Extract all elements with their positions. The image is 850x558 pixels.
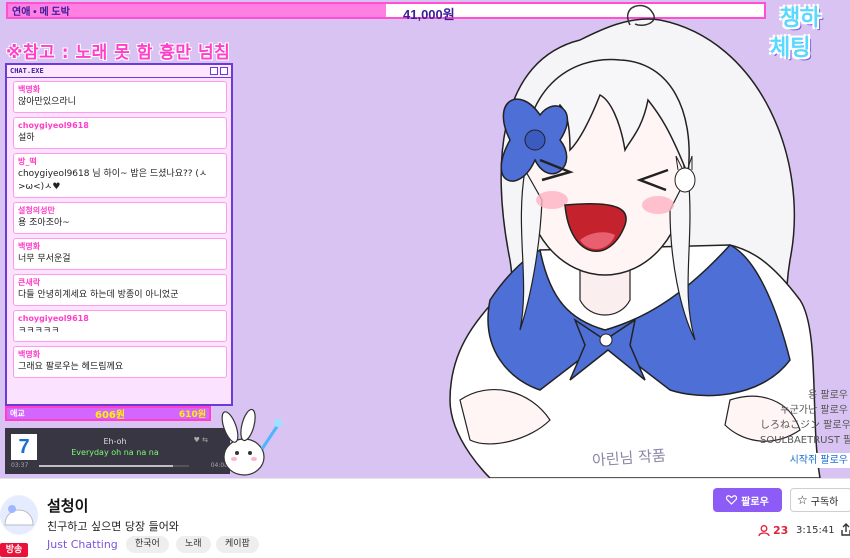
follower-alert: 시작쥐 팔로우 [787,453,850,468]
donation-goal-amount: 610원 [178,410,206,420]
chat-text: 다들 안녕히계세요 하는데 방종이 아니었군 [18,290,179,300]
chat-text: 그래요 팔로우는 헤드림께요 [18,362,124,372]
heart-icon [726,495,738,505]
goal-label: 연애 • 메 도박 [12,7,70,18]
close-icon [220,67,228,75]
subscribe-label: 구독하 [810,496,839,508]
chat-nick: choygiyeol9618 [18,121,89,130]
star-icon: ☆ [797,493,808,507]
share-icon[interactable] [840,523,850,537]
song-lyric: Everyday oh na na na [71,448,159,457]
follower-alert: 용 팔로우 [808,390,848,401]
follower-alert: しろねこジン 팔로우 [760,420,850,431]
chat-message: 방_떡 choygiyeol9618 님 하이~ 밥은 드셨나요?? (ㅅ>ω<)… [13,153,227,198]
notice-text: ※참고 : 노래 못 함 흉만 넘침 [6,43,231,63]
chat-nick: 백명화 [18,350,41,359]
song-progress-bar [39,465,189,467]
follow-label: 팔로우 [741,496,769,508]
category-link[interactable]: Just Chatting [47,538,118,551]
chat-message-list: 백명화 않아만있으라니 choygiyeol9618 설하 방_떡 choygiyeo… [7,78,231,378]
chat-message: 백명화그래요 팔로우는 헤드림께요 [13,346,227,378]
song-title: Eh-oh [103,437,127,446]
chat-text: choygiyeol9618 님 하이~ 밥은 드셨나요?? (ㅅ>ω<)ㅅ♥ [18,169,208,192]
stream-uptime: 3:15:41 [796,525,835,536]
chat-message: 설청의성만용 조아조아~ [13,202,227,234]
tag-chip[interactable]: 노래 [176,536,211,553]
music-player-widget: 7 Eh-oh Everyday oh na na na ♥ ⇆ 03:37 0… [5,428,230,474]
bunny-mascot-icon [221,408,282,476]
chat-text: ㅋㅋㅋㅋㅋ [18,326,60,336]
chat-text: 너무 무서운걸 [18,254,71,264]
stream-title: 친구하고 싶으면 당장 들어와 [47,520,179,533]
chat-text: 용 조아조아~ [18,218,70,228]
chat-message: choygiyeol9618 설하 [13,117,227,149]
donation-label: 애교 [10,409,25,418]
chat-text: 설하 [18,133,35,143]
donation-counter-bar: 애교 606원 610원 [5,406,211,421]
tag-chip[interactable]: 케이팝 [216,536,259,553]
chat-message: choygiyeol9618 ㅋㅋㅋㅋㅋ [13,310,227,342]
tag-chip[interactable]: 한국어 [126,536,169,553]
donation-amount: 606원 [95,410,126,421]
channel-avatar[interactable] [0,495,38,535]
stream-video[interactable]: 연애 • 메 도박 41,000원 챙하 체팅 ※참고 : 노래 못 함 흉만 … [0,0,850,478]
follower-alert: 누군가난 팔로우 [780,405,848,416]
chat-nick: 설청의성만 [18,206,55,215]
chat-nick: 백명화 [18,85,41,94]
viewer-count: 23 [758,524,788,537]
chat-window: CHAT.EXE 백명화 않아만있으라니 choygiyeol9618 설하 방_떡… [5,63,233,406]
follower-alert-list: 용 팔로우 누군가난 팔로우 しろねこジン 팔로우 SOULBAETRUST 팔… [760,388,850,468]
subscribe-button[interactable]: ☆ 구독하 [790,488,850,512]
chat-message: 큰새락다들 안녕히계세요 하는데 방종이 아니었군 [13,274,227,306]
chat-nick: 방_떡 [18,157,37,166]
chat-nick: 큰새락 [18,278,41,287]
chat-nick: 백명화 [18,242,41,251]
chat-nick: choygiyeol9618 [18,314,89,323]
avatar-image [0,496,38,534]
viewer-icon [758,525,770,536]
album-art: 7 [11,434,37,460]
chat-text: 않아만있으라니 [18,97,76,107]
song-progress-fill [39,465,173,467]
follow-button[interactable]: 팔로우 [713,488,782,512]
follower-alert: SOULBAETRUST 팔로우 [760,435,850,446]
viewer-count-value: 23 [773,524,789,537]
chat-message: 백명화너무 무서운걸 [13,238,227,270]
song-time-elapsed: 03:37 [11,462,29,469]
chat-titlebar: CHAT.EXE [7,65,231,78]
channel-name[interactable]: 설청이 [47,495,88,516]
chat-message: 백명화않아만있으라니 [13,81,227,113]
minimize-icon [210,67,218,75]
chat-window-title: CHAT.EXE [10,67,44,75]
stream-info-bar: 방송 설청이 친구하고 싶으면 당장 들어와 Just Chatting 한국어… [0,478,850,558]
live-badge: 방송 [0,543,28,557]
